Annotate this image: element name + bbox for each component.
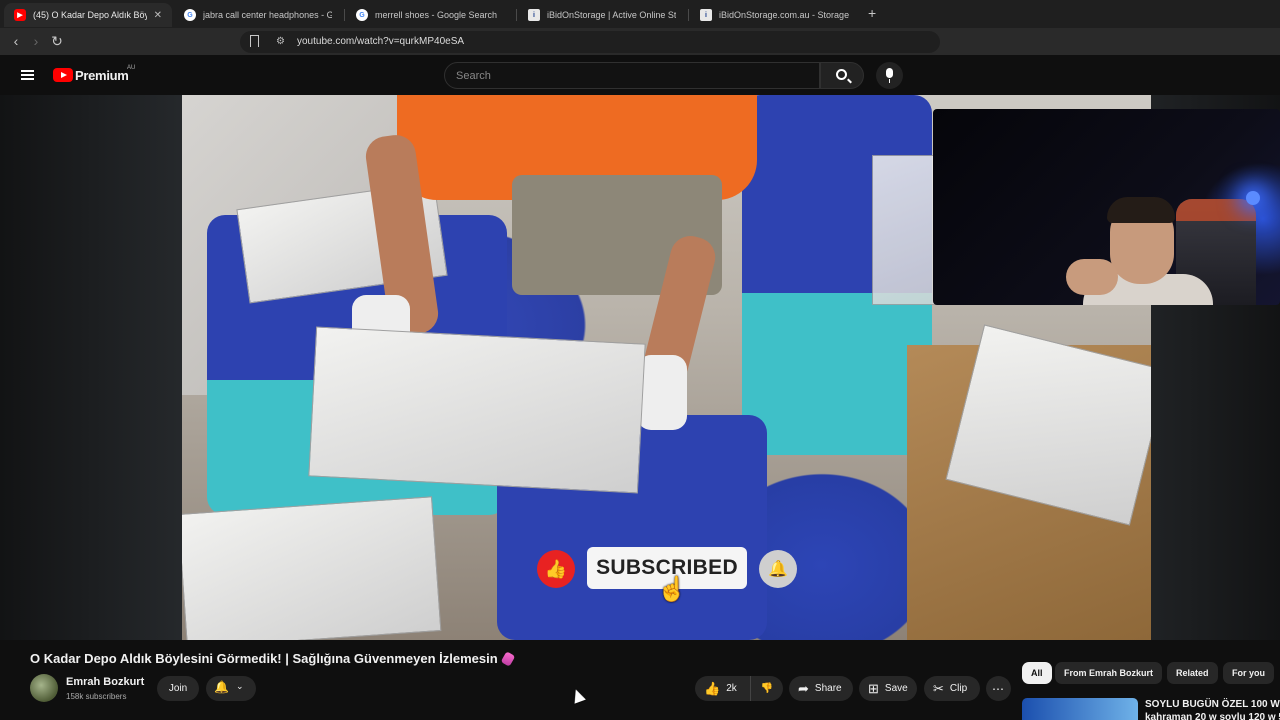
menu-icon[interactable] [21, 70, 34, 80]
syringe-emoji-icon [500, 651, 516, 667]
share-label: Share [814, 683, 842, 694]
subscriber-count: 158k subscribers [66, 692, 127, 701]
channel-avatar[interactable] [30, 674, 58, 702]
tab-label: merrell shoes - Google Search [375, 10, 498, 20]
address-bar[interactable]: ⚙ youtube.com/watch?v=qurkMP40eSA [240, 31, 940, 53]
url-text[interactable]: youtube.com/watch?v=qurkMP40eSA [297, 36, 464, 47]
video-title-text: O Kadar Depo Aldık Böylesini Görmedik! |… [30, 651, 498, 666]
webcam-light [1246, 191, 1260, 205]
hand-cursor-icon: ☝ [657, 576, 687, 603]
tab-separator [688, 9, 689, 21]
chip-from-channel[interactable]: From Emrah Bozkurt [1055, 662, 1163, 684]
region-code: AU [127, 65, 136, 71]
tab-ibid-storage-king[interactable]: i iBidOnStorage.com.au - Storage King [690, 3, 860, 27]
google-favicon-icon: G [184, 9, 196, 21]
ibid-favicon-icon: i [700, 9, 712, 21]
ibid-favicon-icon: i [528, 9, 540, 21]
close-tab-icon[interactable]: ✕ [154, 10, 162, 21]
thumbs-down-icon: 👎 [760, 683, 774, 694]
tab-jabra-search[interactable]: G jabra call center headphones - Googl [174, 3, 342, 27]
recommendation-title[interactable]: SOYLU BUGÜN ÖZEL 100 W [1145, 699, 1280, 710]
scissors-icon: ✂ [933, 680, 944, 696]
site-info-icon[interactable]: ⚙ [276, 36, 285, 47]
tab-ibid-active[interactable]: i iBidOnStorage | Active Online Storag [518, 3, 686, 27]
youtube-logo-icon[interactable] [53, 68, 73, 82]
tab-separator [344, 9, 345, 21]
like-count: 2k [726, 683, 737, 694]
webcam-person-hands [1066, 259, 1118, 295]
chevron-down-icon: ⌄ [236, 681, 244, 691]
tab-label: iBidOnStorage | Active Online Storag [547, 10, 676, 20]
bell-icon: 🔔 [214, 680, 229, 694]
browser-tab-bar: ▶ (45) O Kadar Depo Aldık Böyl ✕ G jabra… [0, 0, 1280, 28]
chip-for-you[interactable]: For you [1223, 662, 1274, 684]
recommendation-thumbnail[interactable] [1022, 698, 1138, 720]
webcam-overlay [933, 109, 1280, 305]
save-label: Save [884, 683, 908, 694]
bell-icon: 🔔 [759, 550, 797, 588]
dislike-button[interactable]: 👎 [751, 683, 783, 694]
browser-toolbar: ‹ › ↻ ⚙ youtube.com/watch?v=qurkMP40eSA [0, 28, 1280, 55]
youtube-header: Premium AU Search [0, 55, 1280, 95]
bookmark-icon[interactable] [250, 35, 259, 47]
youtube-favicon-icon: ▶ [14, 9, 26, 21]
like-button[interactable]: 👍 2k [695, 676, 751, 701]
chip-related[interactable]: Related [1167, 662, 1218, 684]
clip-button[interactable]: ✂ Clip [924, 676, 980, 701]
tab-youtube-video[interactable]: ▶ (45) O Kadar Depo Aldık Böyl ✕ [4, 3, 172, 27]
join-button[interactable]: Join [157, 676, 199, 701]
back-arrow-icon[interactable]: ‹ [8, 33, 24, 49]
search-icon [836, 69, 847, 80]
like-dislike-group: 👍 2k 👎 [695, 676, 783, 701]
webcam-person-hair [1107, 197, 1175, 223]
scene-open-box [308, 326, 646, 494]
search-placeholder: Search [456, 70, 491, 82]
channel-name[interactable]: Emrah Bozkurt [66, 676, 144, 688]
google-favicon-icon: G [356, 9, 368, 21]
clip-label: Clip [949, 683, 968, 694]
chip-all[interactable]: All [1022, 662, 1052, 684]
search-input[interactable]: Search [444, 62, 820, 89]
share-icon: ➦ [798, 680, 809, 696]
tab-label: iBidOnStorage.com.au - Storage King [719, 10, 850, 20]
tab-separator [516, 9, 517, 21]
webcam-chair-accent [1176, 199, 1256, 221]
new-tab-button[interactable]: + [868, 5, 876, 21]
video-player[interactable]: 👍 SUBSCRIBED 🔔 ☝ [0, 95, 1280, 640]
tab-label: jabra call center headphones - Googl [203, 10, 332, 20]
voice-search-icon[interactable] [876, 62, 903, 89]
mouse-cursor-icon [570, 687, 586, 704]
brand-label[interactable]: Premium [75, 68, 129, 83]
tab-merrell-search[interactable]: G merrell shoes - Google Search [346, 3, 514, 27]
search-button[interactable] [820, 62, 864, 89]
share-button[interactable]: ➦ Share [789, 676, 853, 701]
thumbs-up-icon: 👍 [537, 550, 575, 588]
scene-marble-box [182, 496, 442, 640]
video-title: O Kadar Depo Aldık Böylesini Görmedik! |… [30, 651, 516, 667]
save-button[interactable]: ⊞ Save [859, 676, 917, 701]
notification-button[interactable]: 🔔 ⌄ [206, 676, 256, 701]
tab-label: (45) O Kadar Depo Aldık Böyl [33, 10, 147, 20]
forward-arrow-icon[interactable]: › [28, 33, 44, 49]
recommendation-title-line2[interactable]: kahraman 20 w soylu 120 w 5 [1145, 712, 1280, 720]
reload-icon[interactable]: ↻ [49, 33, 65, 49]
thumbs-up-icon: 👍 [704, 680, 721, 696]
more-actions-button[interactable]: ⋯ [986, 676, 1011, 701]
more-dots-icon: ⋯ [992, 681, 1005, 696]
bookmark-icon: ⊞ [868, 680, 879, 696]
